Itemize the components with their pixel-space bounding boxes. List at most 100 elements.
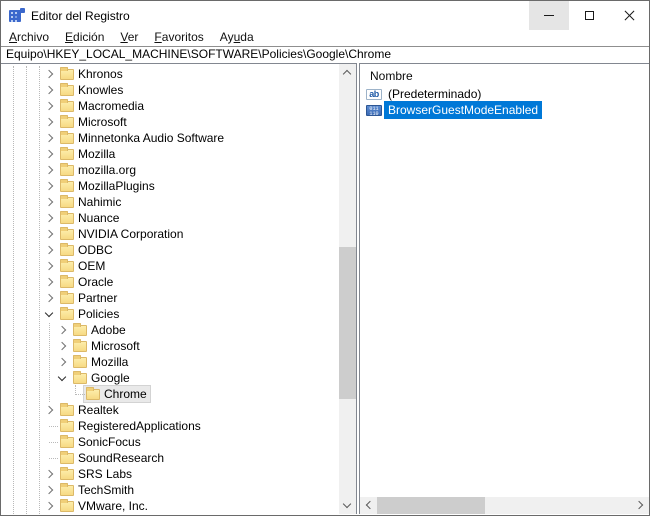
tree-item-OEM[interactable]: OEM [1,258,339,274]
value-row-Predeterminado[interactable]: (Predeterminado) [360,86,649,102]
chevron-right-icon[interactable] [43,130,55,146]
scroll-up-button[interactable] [339,64,356,81]
tree-item-Microsoft[interactable]: Microsoft [1,338,339,354]
title-bar[interactable]: Editor del Registro [1,1,649,31]
chevron-right-icon[interactable] [56,354,68,370]
tree-item-NVIDIA Corporation[interactable]: NVIDIA Corporation [1,226,339,242]
column-header-name[interactable]: Nombre [360,64,649,86]
tree-item-label: Nahimic [78,195,122,209]
tree-item-label: Khronos [78,67,123,81]
maximize-button[interactable] [569,1,609,30]
chevron-right-icon[interactable] [43,226,55,242]
tree-item-Nuance[interactable]: Nuance [1,210,339,226]
tree-item-Policies[interactable]: Policies [1,306,339,322]
chevron-right-icon[interactable] [43,114,55,130]
tree-item-Mozilla[interactable]: Mozilla [1,354,339,370]
folder-icon [60,178,74,192]
window-controls [529,1,649,30]
value-row-BrowserGuestModeEnabled[interactable]: BrowserGuestModeEnabled [360,101,649,119]
tree-item-Google[interactable]: Google [1,370,339,386]
window-title: Editor del Registro [31,9,130,23]
chevron-down-icon[interactable] [56,370,68,386]
folder-icon [60,162,74,176]
chevron-right-icon[interactable] [43,98,55,114]
chevron-right-icon[interactable] [43,146,55,162]
tree-item-ODBC[interactable]: ODBC [1,242,339,258]
scroll-right-button[interactable] [632,497,649,514]
minimize-button[interactable] [529,1,569,30]
chevron-right-icon[interactable] [43,194,55,210]
tree-item-label: Google [91,371,130,385]
tree-item-Nahimic[interactable]: Nahimic [1,194,339,210]
folder-icon [60,82,74,96]
tree-item-label: Knowles [78,83,124,97]
chevron-right-icon[interactable] [43,242,55,258]
close-button[interactable] [609,1,649,30]
tree-item-content[interactable]: VMware, Inc. [57,497,152,514]
chevron-right-icon[interactable] [56,338,68,354]
tree-item-SRS Labs[interactable]: SRS Labs [1,466,339,482]
tree-item-mozilla.org[interactable]: mozilla.org [1,162,339,178]
chevron-right-icon[interactable] [56,322,68,338]
tree-item-RegisteredApplications[interactable]: RegisteredApplications [1,418,339,434]
tree-item-Realtek[interactable]: Realtek [1,402,339,418]
menu-item-favoritos[interactable]: Favoritos [146,31,211,45]
minimize-icon [544,15,554,16]
folder-icon [60,482,74,496]
chevron-right-icon[interactable] [43,66,55,82]
chevron-right-icon [634,500,644,510]
scroll-down-button[interactable] [339,497,356,514]
tree-item-SoundResearch[interactable]: SoundResearch [1,450,339,466]
value-name-label: BrowserGuestModeEnabled [384,101,543,119]
tree-item-Macromedia[interactable]: Macromedia [1,98,339,114]
scroll-left-button[interactable] [360,497,377,514]
tree-item-Knowles[interactable]: Knowles [1,82,339,98]
chevron-right-icon[interactable] [43,162,55,178]
tree-item-Oracle[interactable]: Oracle [1,274,339,290]
menu-item-archivo[interactable]: Archivo [1,31,57,45]
tree-item-Partner[interactable]: Partner [1,290,339,306]
tree-item-label: SonicFocus [78,435,141,449]
tree-item-Chrome[interactable]: Chrome [1,385,339,403]
tree-item-label: Adobe [91,323,126,337]
chevron-left-icon [365,500,375,510]
chevron-right-icon[interactable] [43,466,55,482]
tree-item-Adobe[interactable]: Adobe [1,322,339,338]
tree-item-Khronos[interactable]: Khronos [1,66,339,82]
chevron-right-icon[interactable] [43,274,55,290]
values-horizontal-scrollbar[interactable] [360,497,649,514]
tree-item-TechSmith[interactable]: TechSmith [1,482,339,498]
address-input[interactable] [1,45,649,64]
chevron-right-icon[interactable] [43,290,55,306]
tree-view[interactable]: Khronos Knowles Macromedia Microsoft Minneto… [1,64,339,514]
chevron-right-icon[interactable] [43,402,55,418]
chevron-right-icon[interactable] [43,258,55,274]
tree-vertical-scrollbar[interactable] [339,64,356,514]
tree-item-label: MozillaPlugins [78,179,155,193]
tree-item-MozillaPlugins[interactable]: MozillaPlugins [1,178,339,194]
folder-icon [73,322,87,336]
chevron-down-icon[interactable] [43,306,55,322]
chevron-right-icon[interactable] [43,178,55,194]
values-list[interactable]: (Predeterminado)BrowserGuestModeEnabled [360,86,649,497]
folder-icon [60,418,74,432]
tree-item-Mozilla[interactable]: Mozilla [1,146,339,162]
menu-item-ver[interactable]: Ver [112,31,146,45]
tree-item-label: Minnetonka Audio Software [78,131,225,145]
menu-item-ayuda[interactable]: Ayuda [212,31,262,45]
tree-item-Minnetonka Audio Software[interactable]: Minnetonka Audio Software [1,130,339,146]
chevron-right-icon[interactable] [43,482,55,498]
folder-icon [60,402,74,416]
tree-item-Microsoft[interactable]: Microsoft [1,114,339,130]
tree-item-VMware, Inc.[interactable]: VMware, Inc. [1,498,339,514]
chevron-right-icon[interactable] [43,210,55,226]
main-area: Khronos Knowles Macromedia Microsoft Minneto… [1,63,649,514]
scrollbar-thumb[interactable] [339,247,356,399]
scrollbar-thumb[interactable] [377,497,485,514]
chevron-right-icon[interactable] [43,498,55,514]
folder-icon [60,210,74,224]
menu-item-edición[interactable]: Edición [57,31,112,45]
chevron-up-icon [342,69,352,79]
tree-item-SonicFocus[interactable]: SonicFocus [1,434,339,450]
chevron-right-icon[interactable] [43,82,55,98]
